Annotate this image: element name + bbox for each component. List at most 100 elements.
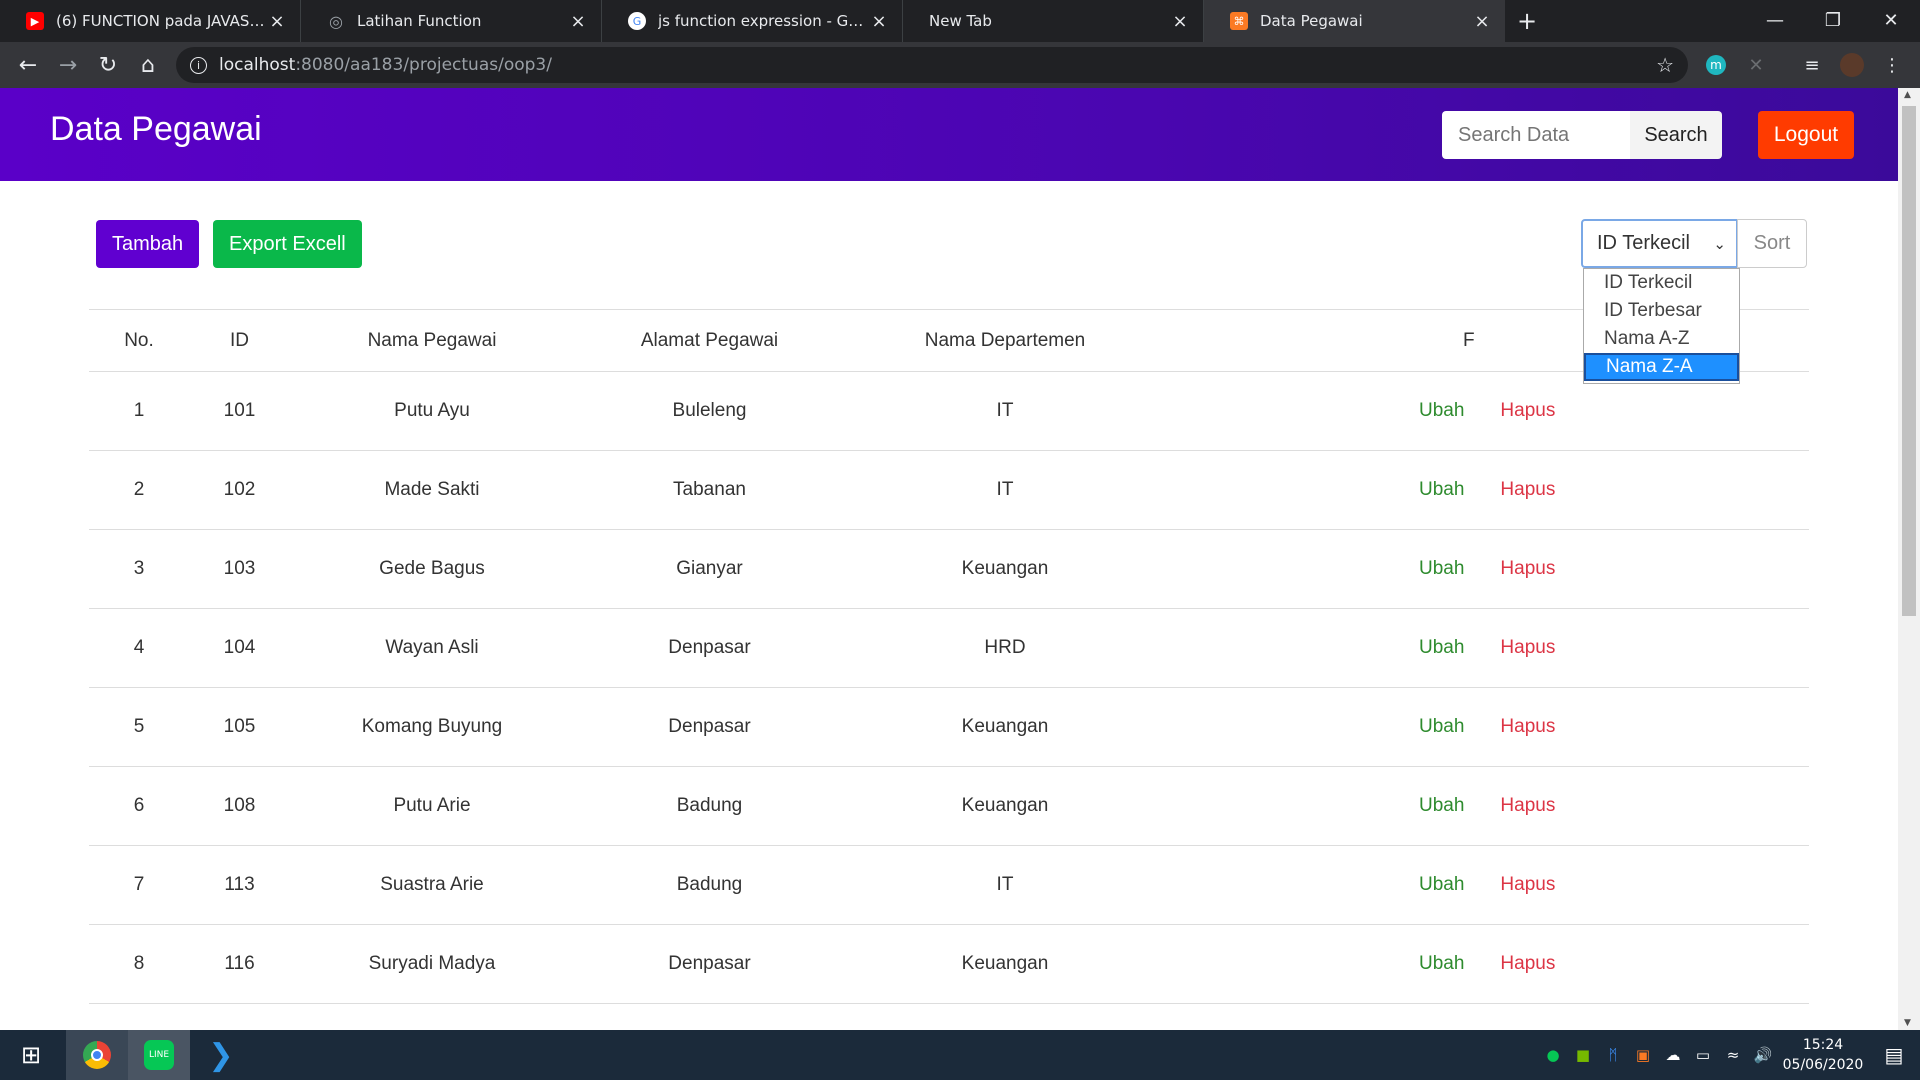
site-info-icon[interactable]: i xyxy=(190,56,207,74)
forward-icon[interactable]: → xyxy=(48,47,88,83)
browser-tab-title: New Tab xyxy=(929,12,992,30)
onedrive-icon[interactable]: ☁ xyxy=(1658,1046,1688,1064)
delete-link[interactable]: Hapus xyxy=(1500,479,1555,500)
app-brand[interactable]: Data Pegawai xyxy=(50,110,262,149)
edit-link[interactable]: Ubah xyxy=(1419,795,1464,816)
edit-link[interactable]: Ubah xyxy=(1419,953,1464,974)
line-taskbar-icon[interactable]: LINE xyxy=(128,1030,190,1080)
table-cell: 103 xyxy=(189,529,290,609)
browser-tab[interactable]: New Tab × xyxy=(903,0,1204,42)
delete-link[interactable]: Hapus xyxy=(1500,716,1555,737)
line-tray-icon[interactable]: ● xyxy=(1538,1046,1568,1064)
close-tab-icon[interactable]: × xyxy=(569,11,587,32)
sort-option[interactable]: ID Terbesar xyxy=(1584,297,1739,325)
table-cell: Keuangan xyxy=(845,766,1165,846)
sort-option[interactable]: Nama A-Z xyxy=(1584,325,1739,353)
table-cell: Keuangan xyxy=(845,687,1165,767)
profile-avatar[interactable] xyxy=(1836,49,1868,81)
bluetooth-icon[interactable]: ᛗ xyxy=(1598,1046,1628,1064)
sort-button[interactable]: Sort xyxy=(1737,219,1807,268)
delete-link[interactable]: Hapus xyxy=(1500,953,1555,974)
browser-tab-strip: ▶(6) FUNCTION pada JAVASCRIPT×◎Latihan F… xyxy=(0,0,1920,42)
chevron-down-icon: ⌄ xyxy=(1713,236,1726,253)
delete-link[interactable]: Hapus xyxy=(1500,400,1555,421)
volume-icon[interactable]: 🔊 xyxy=(1748,1046,1778,1064)
delete-link[interactable]: Hapus xyxy=(1500,558,1555,579)
sort-option[interactable]: ID Terkecil xyxy=(1584,269,1739,297)
close-tab-icon[interactable]: × xyxy=(870,11,888,32)
chrome-taskbar-icon[interactable] xyxy=(66,1030,128,1080)
table-cell: 8 xyxy=(89,924,189,1004)
edit-link[interactable]: Ubah xyxy=(1419,637,1464,658)
home-icon[interactable]: ⌂ xyxy=(128,47,168,83)
column-header: No. xyxy=(89,309,189,372)
edit-link[interactable]: Ubah xyxy=(1419,479,1464,500)
bookmark-star-icon[interactable]: ☆ xyxy=(1656,53,1674,77)
close-window-icon[interactable]: ✕ xyxy=(1862,0,1920,40)
close-tab-icon[interactable]: × xyxy=(1473,11,1491,32)
table-cell: 1 xyxy=(89,371,189,451)
page-scrollbar[interactable]: ▲ ▼ xyxy=(1898,88,1920,1030)
xampp-tray-icon[interactable]: ▣ xyxy=(1628,1046,1658,1064)
edit-link[interactable]: Ubah xyxy=(1419,400,1464,421)
table-cell: Badung xyxy=(574,845,845,925)
table-cell: HRD xyxy=(845,608,1165,688)
edit-link[interactable]: Ubah xyxy=(1419,558,1464,579)
media-control-icon[interactable]: ≡ xyxy=(1796,49,1828,81)
delete-link[interactable]: Hapus xyxy=(1500,795,1555,816)
extension-m-icon[interactable]: m xyxy=(1700,49,1732,81)
battery-icon[interactable]: ▭ xyxy=(1688,1046,1718,1064)
logout-button[interactable]: Logout xyxy=(1758,111,1854,159)
close-tab-icon[interactable]: × xyxy=(268,11,286,32)
scroll-down-arrow-icon[interactable]: ▼ xyxy=(1904,1018,1911,1028)
add-employee-button[interactable]: Tambah xyxy=(96,220,200,268)
table-cell: 7 xyxy=(89,845,189,925)
edit-link[interactable]: Ubah xyxy=(1419,874,1464,895)
edit-link[interactable]: Ubah xyxy=(1419,716,1464,737)
browser-tab[interactable]: ◎ Latihan Function × xyxy=(301,0,602,42)
actions-cell: Ubah Hapus xyxy=(1165,529,1809,609)
browser-tab-title: (6) FUNCTION pada JAVASCRIPT xyxy=(56,12,268,30)
table-cell: 105 xyxy=(189,687,290,767)
restore-icon[interactable]: ❐ xyxy=(1804,0,1862,40)
scroll-up-arrow-icon[interactable]: ▲ xyxy=(1904,90,1911,100)
extension-x-icon[interactable]: ✕ xyxy=(1740,49,1772,81)
windows-start-icon[interactable]: ⊞ xyxy=(0,1030,62,1080)
vscode-taskbar-icon[interactable]: ❯ xyxy=(190,1030,252,1080)
column-header: Nama Pegawai xyxy=(290,309,574,372)
back-icon[interactable]: ← xyxy=(8,47,48,83)
column-header: ID xyxy=(189,309,290,372)
taskbar-clock[interactable]: 15:24 05/06/2020 xyxy=(1778,1035,1868,1075)
close-tab-icon[interactable]: × xyxy=(1171,11,1189,32)
address-bar[interactable]: i localhost:8080/aa183/projectuas/oop3/ … xyxy=(176,47,1688,83)
table-cell: 116 xyxy=(189,924,290,1004)
table-row: 2 102 Made Sakti Tabanan IT Ubah Hapus xyxy=(89,450,1809,530)
export-excel-button[interactable]: Export Excell xyxy=(213,220,362,268)
reload-icon[interactable]: ↻ xyxy=(88,47,128,83)
new-tab-plus-icon[interactable]: + xyxy=(1505,0,1549,42)
menu-kebab-icon[interactable]: ⋮ xyxy=(1876,49,1908,81)
delete-link[interactable]: Hapus xyxy=(1500,874,1555,895)
table-cell: IT xyxy=(845,450,1165,530)
minimize-icon[interactable]: — xyxy=(1746,0,1804,40)
url-path: :8080/aa183/projectuas/oop3/ xyxy=(295,55,552,75)
delete-link[interactable]: Hapus xyxy=(1500,637,1555,658)
sort-select[interactable]: ID Terkecil ⌄ xyxy=(1581,219,1738,268)
wifi-icon[interactable]: ≈ xyxy=(1718,1046,1748,1064)
nvidia-tray-icon[interactable]: ■ xyxy=(1568,1046,1598,1064)
browser-tab-title: js function expression - Google P xyxy=(658,12,870,30)
sort-option[interactable]: Nama Z-A xyxy=(1584,353,1739,381)
browser-tab[interactable]: ⌘ Data Pegawai × xyxy=(1204,0,1505,42)
scrollbar-thumb[interactable] xyxy=(1902,106,1916,616)
table-cell: 6 xyxy=(89,766,189,846)
search-input[interactable] xyxy=(1442,111,1630,159)
windows-taskbar: ⊞ LINE ❯ ● ■ ᛗ ▣ ☁ ▭ ≈ 🔊 15:24 05/06/202… xyxy=(0,1030,1920,1080)
actions-cell: Ubah Hapus xyxy=(1165,450,1809,530)
notification-icon[interactable]: ▤ xyxy=(1868,1043,1920,1067)
browser-tab[interactable]: Gjs function expression - Google P× xyxy=(602,0,903,42)
browser-tab[interactable]: ▶ (6) FUNCTION pada JAVASCRIPT× xyxy=(0,0,301,42)
search-button[interactable]: Search xyxy=(1630,111,1722,159)
table-cell: 3 xyxy=(89,529,189,609)
column-header: Nama Departemen xyxy=(845,309,1165,372)
table-cell: Badung xyxy=(574,766,845,846)
